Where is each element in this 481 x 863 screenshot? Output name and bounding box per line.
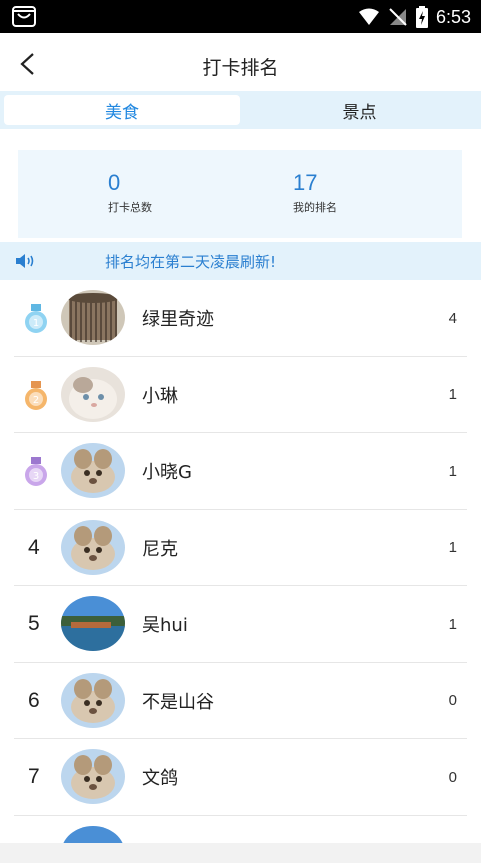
list-item[interactable]: 2 小琳 1 — [14, 357, 467, 433]
tab-attractions[interactable]: 景点 — [242, 95, 477, 125]
notice-banner: 排名均在第二天凌晨刷新! — [0, 242, 481, 280]
user-name: 尼克 — [142, 538, 178, 560]
stats-card: 0 打卡总数 17 我的排名 — [18, 150, 462, 238]
checkin-count: 0 — [448, 768, 457, 786]
avatar[interactable] — [61, 672, 125, 728]
my-rank-value: 17 — [293, 170, 318, 195]
user-name: 绿里奇迹 — [142, 309, 214, 330]
my-rank-label: 我的排名 — [293, 201, 337, 214]
avatar[interactable] — [61, 596, 125, 651]
svg-text:1: 1 — [33, 318, 39, 329]
checkin-count: 1 — [448, 462, 457, 480]
checkin-count: 0 — [448, 692, 457, 709]
speaker-icon — [16, 254, 34, 268]
medal-icon: 3 — [22, 457, 50, 487]
notification-icon — [12, 6, 36, 27]
user-name: 吴hui — [142, 615, 188, 636]
svg-text:2: 2 — [33, 395, 39, 406]
rank-number: 4 — [28, 535, 40, 559]
bottom-bar — [0, 843, 481, 863]
checkin-count: 1 — [448, 539, 457, 556]
battery-icon — [415, 6, 428, 28]
avatar[interactable] — [61, 290, 125, 345]
my-rank: 17 我的排名 — [293, 170, 337, 215]
avatar[interactable] — [61, 366, 125, 422]
avatar[interactable] — [61, 749, 125, 804]
total-checkins: 0 打卡总数 — [108, 170, 152, 215]
list-item[interactable]: 4 尼克 1 — [14, 510, 467, 586]
checkin-count: 1 — [448, 615, 457, 633]
rank-number: 6 — [28, 688, 40, 712]
notice-text: 排名均在第二天凌晨刷新! — [105, 253, 277, 271]
user-name: 小晓G — [142, 462, 192, 483]
tab-food[interactable]: 美食 — [4, 95, 240, 125]
rank-number: 5 — [28, 612, 40, 635]
user-name: 不是山谷 — [142, 691, 214, 713]
page-title: 打卡排名 — [202, 57, 279, 79]
user-name: 文鸽 — [142, 768, 178, 789]
svg-text:3: 3 — [33, 471, 39, 482]
tab-bar: 美食 景点 — [0, 91, 481, 129]
total-checkins-value: 0 — [108, 170, 121, 195]
header: 打卡排名 — [0, 33, 481, 95]
avatar[interactable] — [61, 443, 125, 498]
total-checkins-label: 打卡总数 — [108, 201, 152, 214]
status-bar: 6:53 — [0, 0, 481, 33]
wifi-icon — [358, 8, 379, 25]
avatar[interactable] — [61, 519, 125, 575]
no-signal-icon — [389, 8, 407, 26]
medal-icon: 2 — [22, 380, 50, 411]
status-time: 6:53 — [435, 6, 471, 27]
medal-icon: 1 — [22, 304, 50, 334]
list-item[interactable]: 7 文鸽 0 — [14, 739, 467, 816]
list-item[interactable]: 3 小晓G 1 — [14, 433, 467, 510]
ranking-list: 1 绿里奇迹 4 2 小琳 1 3 小晓G 1 4 尼克 1 5 吴hui 1 6 不是山谷 0 7 文鸽 0 — [0, 280, 481, 863]
list-item[interactable]: 5 吴hui 1 — [14, 586, 467, 663]
rank-number: 7 — [28, 765, 40, 788]
checkin-count: 4 — [448, 309, 457, 327]
user-name: 小琳 — [142, 385, 178, 407]
checkin-count: 1 — [448, 386, 457, 403]
list-item[interactable]: 6 不是山谷 0 — [14, 663, 467, 739]
list-item[interactable]: 1 绿里奇迹 4 — [14, 280, 467, 357]
